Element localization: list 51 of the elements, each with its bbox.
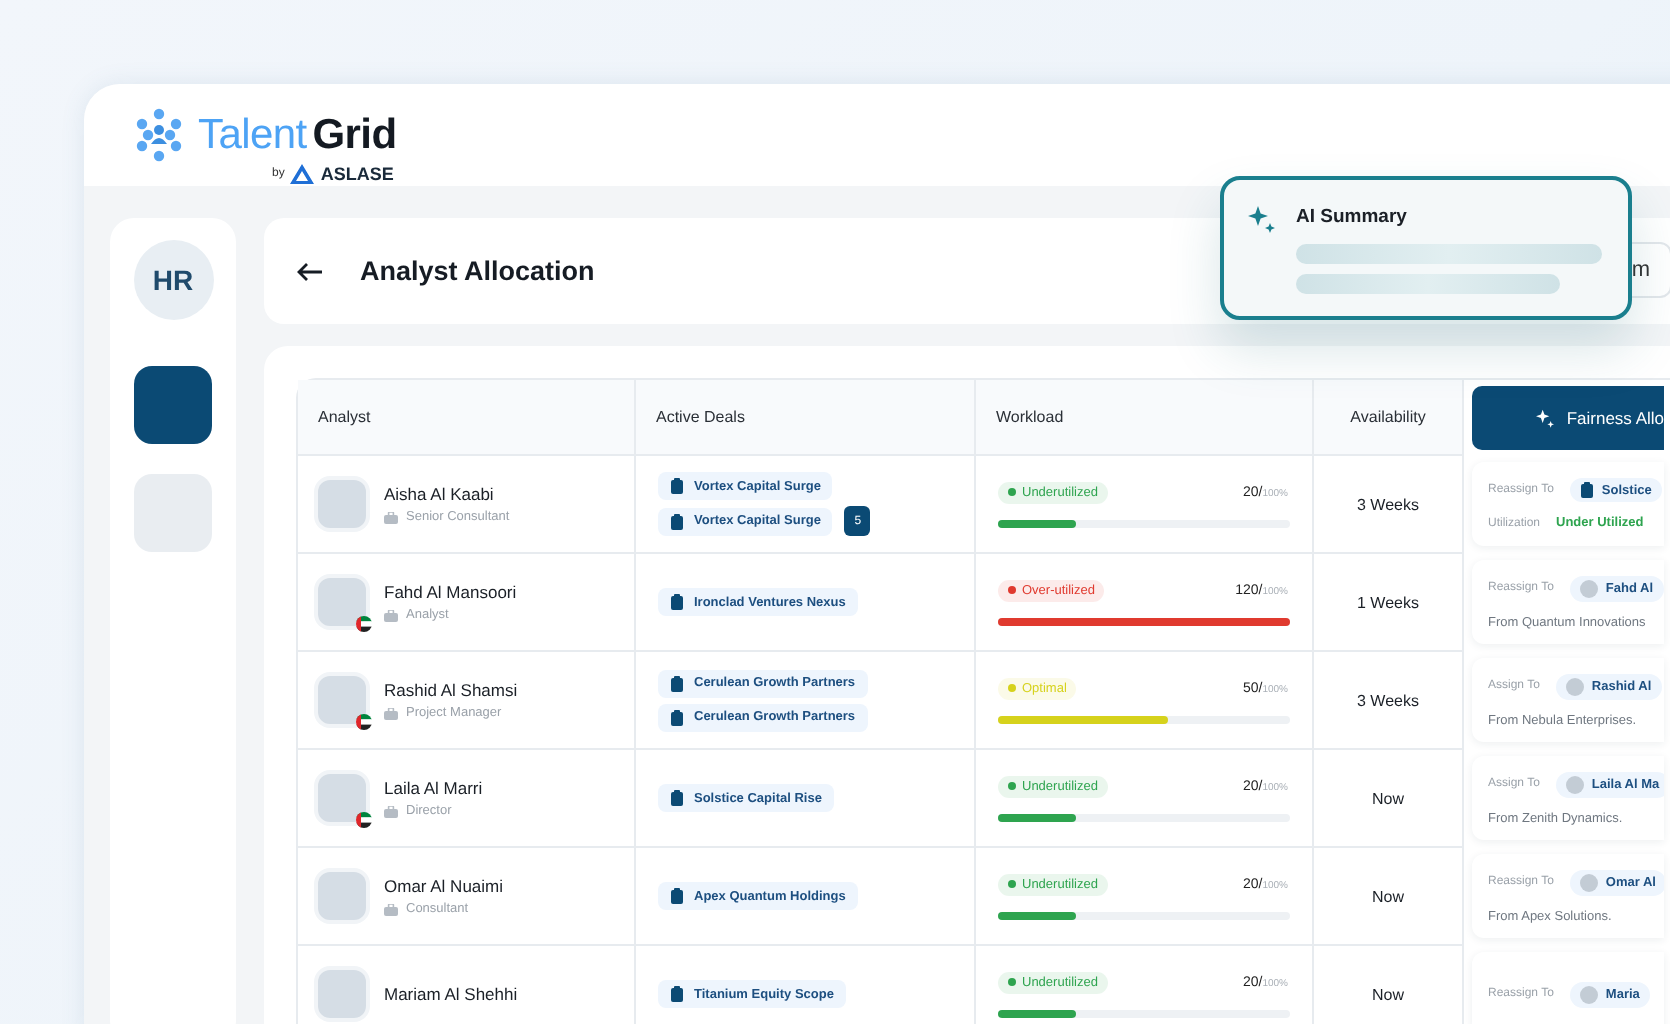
avatar-icon	[1565, 677, 1584, 695]
flag-icon	[356, 714, 372, 730]
avatar-icon	[1579, 873, 1598, 891]
clipboard-icon	[670, 790, 684, 806]
avatar-icon	[1565, 775, 1584, 793]
ai-summary-title: AI Summary	[1296, 206, 1409, 228]
analyst-name: Rashid Al Shamsi	[384, 680, 518, 700]
flag-icon	[356, 812, 372, 828]
availability-text: Now	[1371, 985, 1404, 1003]
analyst-name: Omar Al Nuaimi	[384, 876, 504, 896]
briefcase-icon	[384, 903, 398, 915]
nav-item[interactable]	[134, 366, 212, 444]
sparkle-icon	[1248, 206, 1276, 234]
availability-text: Now	[1371, 887, 1404, 905]
clipboard-icon	[670, 709, 684, 725]
clipboard-icon	[670, 675, 684, 691]
clipboard-icon	[670, 594, 684, 610]
column-header: Active Deals	[636, 380, 976, 456]
page-title: Analyst Allocation	[360, 256, 595, 286]
clipboard-icon	[670, 888, 684, 904]
clipboard-icon	[1579, 482, 1594, 498]
analyst-name: Laila Al Marri	[384, 778, 483, 798]
sparkle-icon	[1536, 407, 1555, 429]
brand-name: Grid	[312, 111, 397, 159]
analyst-name: Fahd Al Mansoori	[384, 582, 517, 602]
flag-icon	[356, 616, 372, 632]
briefcase-icon	[384, 511, 398, 523]
analyst-name: Aisha Al Kaabi	[384, 484, 496, 504]
availability-text: 3 Weeks	[1357, 495, 1419, 513]
analyst-name: Mariam Al Shehhi	[384, 984, 518, 1004]
user-avatar[interactable]: HR	[133, 240, 213, 320]
avatar-icon	[1579, 985, 1598, 1003]
clipboard-icon	[670, 513, 684, 529]
briefcase-icon	[384, 609, 398, 621]
availability-text: 1 Weeks	[1357, 593, 1419, 611]
briefcase-icon	[384, 805, 398, 817]
clipboard-icon	[670, 478, 684, 494]
column-header: Workload	[976, 380, 1314, 456]
availability-text: 3 Weeks	[1357, 691, 1419, 709]
fairness-header[interactable]: Fairness Allo	[1472, 386, 1664, 450]
column-header: Availability	[1314, 380, 1464, 456]
company-name: ASLASE	[320, 164, 394, 184]
avatar-icon	[1579, 579, 1598, 597]
logo-icon	[132, 108, 186, 162]
triangle-logo-icon	[290, 164, 315, 184]
clipboard-icon	[670, 986, 684, 1002]
availability-text: Now	[1371, 789, 1404, 807]
back-arrow-icon[interactable]	[296, 261, 324, 281]
briefcase-icon	[384, 707, 398, 719]
column-header: Analyst	[298, 380, 636, 456]
brand-name: Talent	[198, 111, 307, 159]
